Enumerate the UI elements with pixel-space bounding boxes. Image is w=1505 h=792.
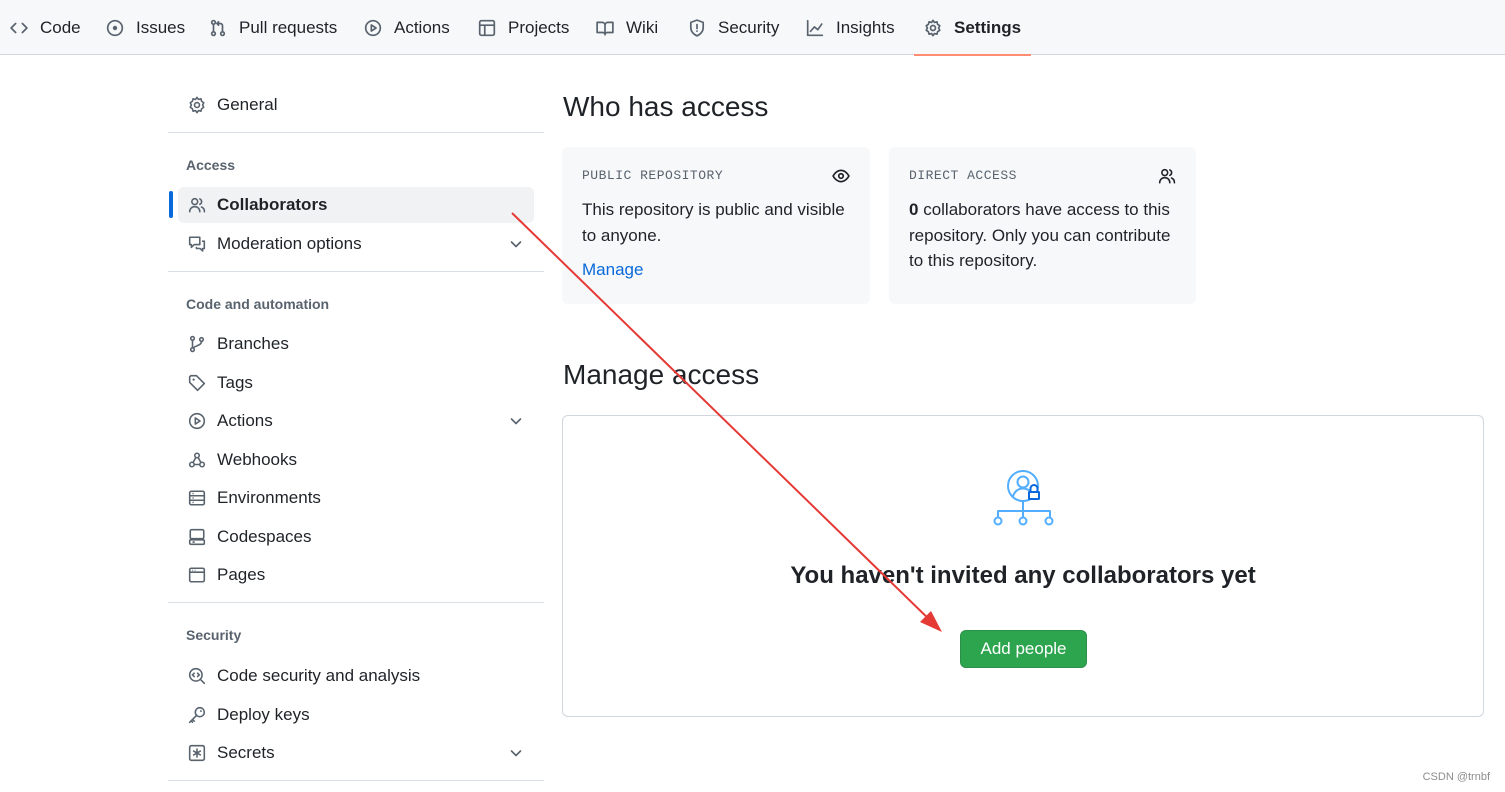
sidebar-divider xyxy=(168,132,544,133)
tab-actions[interactable]: Actions xyxy=(364,0,450,55)
code-icon xyxy=(10,22,28,33)
sidebar-item-tags[interactable]: Tags xyxy=(178,365,534,401)
key-icon xyxy=(188,706,206,724)
card-text-rest: collaborators have access to this reposi… xyxy=(909,200,1171,270)
card-caption: DIRECT ACCESS xyxy=(909,168,1017,183)
tab-insights[interactable]: Insights xyxy=(806,0,895,55)
sidebar-divider xyxy=(168,780,544,781)
sidebar-item-label: Environments xyxy=(217,488,321,507)
tab-security[interactable]: Security xyxy=(688,0,779,55)
tag-icon xyxy=(188,374,206,392)
issue-opened-icon xyxy=(106,19,124,36)
tab-label: Actions xyxy=(394,17,450,37)
tab-pull-requests[interactable]: Pull requests xyxy=(209,0,337,55)
sidebar-item-label: Collaborators xyxy=(217,195,328,214)
comment-discussion-icon xyxy=(188,236,206,252)
play-icon xyxy=(188,412,206,430)
sidebar-item-branches[interactable]: Branches xyxy=(178,326,534,362)
chevron-down-icon[interactable] xyxy=(508,236,524,252)
shield-icon xyxy=(689,18,705,37)
sidebar-item-pages[interactable]: Pages xyxy=(178,557,534,593)
card-text: 0 collaborators have access to this repo… xyxy=(909,197,1176,274)
sidebar-item-webhooks[interactable]: Webhooks xyxy=(178,442,534,478)
browser-icon xyxy=(188,567,206,583)
sidebar-heading-code-automation: Code and automation xyxy=(186,296,330,312)
card-caption: PUBLIC REPOSITORY xyxy=(582,168,724,183)
sidebar-divider xyxy=(168,602,544,603)
sidebar-item-label: Tags xyxy=(217,373,253,392)
sidebar-item-label: Secrets xyxy=(217,743,275,762)
git-pull-request-icon xyxy=(210,19,226,36)
manage-link[interactable]: Manage xyxy=(582,260,850,280)
chevron-down-icon[interactable] xyxy=(508,745,524,761)
sidebar-item-general[interactable]: General xyxy=(178,87,534,123)
people-icon xyxy=(188,197,206,213)
sidebar-item-environments[interactable]: Environments xyxy=(178,480,534,516)
server-icon xyxy=(188,490,206,506)
public-repository-card: PUBLIC REPOSITORY This repository is pub… xyxy=(562,147,870,304)
tab-label: Security xyxy=(718,17,780,37)
people-lock-icon xyxy=(993,470,1054,526)
selected-indicator xyxy=(169,191,173,218)
gear-icon xyxy=(189,96,205,114)
tab-code[interactable]: Code xyxy=(10,0,81,55)
repo-nav: Code Issues Pull requests Actions Projec… xyxy=(0,0,1505,56)
tab-projects[interactable]: Projects xyxy=(478,0,569,55)
webhook-icon xyxy=(188,452,206,468)
watermark: CSDN @trnbf xyxy=(1422,771,1490,783)
sidebar-item-label: Branches xyxy=(217,334,289,353)
sidebar-item-secrets[interactable]: Secrets xyxy=(178,735,534,771)
sidebar-item-deploy-keys[interactable]: Deploy keys xyxy=(178,697,534,733)
sidebar-item-label: Code security and analysis xyxy=(217,666,421,685)
sidebar-item-codespaces[interactable]: Codespaces xyxy=(178,519,534,555)
play-icon xyxy=(364,19,382,36)
direct-access-card: DIRECT ACCESS 0 collaborators have acces… xyxy=(889,147,1196,304)
sidebar-item-label: Pages xyxy=(217,565,266,584)
section-title: Manage access xyxy=(563,359,760,390)
card-text: This repository is public and visible to… xyxy=(582,200,845,245)
sidebar-item-label: Moderation options xyxy=(217,234,362,253)
git-branch-icon xyxy=(189,335,205,353)
key-asterisk-icon xyxy=(188,744,206,762)
sidebar-item-label: General xyxy=(217,95,278,114)
tab-label: Pull requests xyxy=(239,17,338,37)
tab-label: Issues xyxy=(136,17,186,37)
sidebar-heading-access: Access xyxy=(186,157,236,173)
sidebar-divider xyxy=(168,271,544,272)
collaborators-blank-state: You haven't invited any collaborators ye… xyxy=(562,415,1484,717)
tab-label: Wiki xyxy=(626,17,659,37)
tab-issues[interactable]: Issues xyxy=(106,0,185,55)
sidebar-heading-security: Security xyxy=(186,627,242,643)
tab-label: Insights xyxy=(836,17,895,37)
page-title: Who has access xyxy=(563,91,769,122)
sidebar-item-label: Webhooks xyxy=(217,450,298,469)
codescan-icon xyxy=(188,667,206,685)
tab-wiki[interactable]: Wiki xyxy=(596,0,658,55)
blank-state-title: You haven't invited any collaborators ye… xyxy=(790,562,1256,589)
codespaces-icon xyxy=(188,528,206,546)
sidebar-item-actions[interactable]: Actions xyxy=(178,403,534,439)
sidebar-item-moderation-options[interactable]: Moderation options xyxy=(178,226,534,262)
sidebar-item-label: Deploy keys xyxy=(217,705,310,724)
sidebar-item-code-security[interactable]: Code security and analysis xyxy=(178,658,534,694)
graph-icon xyxy=(806,19,824,36)
tab-settings[interactable]: Settings xyxy=(913,0,1032,56)
people-icon xyxy=(1158,168,1176,184)
eye-icon xyxy=(832,169,850,183)
chevron-down-icon[interactable] xyxy=(508,413,524,429)
tab-label: Projects xyxy=(508,17,570,37)
tab-label: Settings xyxy=(954,17,1022,37)
sidebar-item-collaborators[interactable]: Collaborators xyxy=(178,187,534,223)
gear-icon xyxy=(925,19,941,36)
sidebar-item-label: Actions xyxy=(217,411,273,430)
tab-label: Code xyxy=(40,17,81,37)
sidebar-item-label: Codespaces xyxy=(217,527,312,546)
table-icon xyxy=(478,19,496,36)
book-icon xyxy=(596,21,614,36)
add-people-button[interactable]: Add people xyxy=(960,630,1087,668)
